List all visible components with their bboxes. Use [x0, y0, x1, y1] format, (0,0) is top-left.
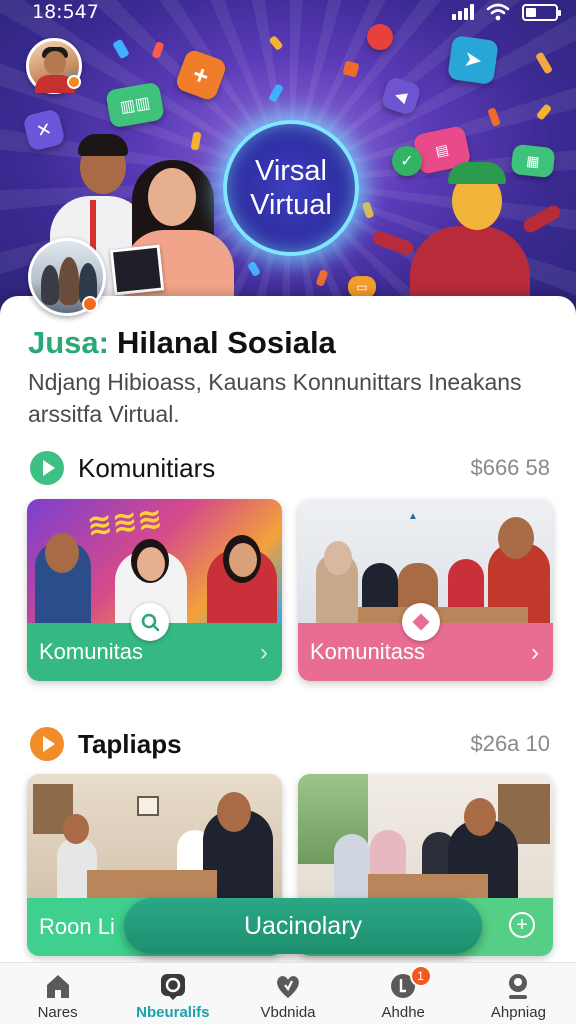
center-line-2: Virtual — [250, 189, 332, 221]
card-label: Roon Li — [39, 914, 115, 939]
nav-item-chat[interactable]: Nbeuralifs — [115, 963, 230, 1024]
chat-icon — [160, 974, 185, 1000]
plus-circle-icon[interactable]: + — [509, 912, 535, 938]
community-card[interactable]: ▲ Komunitass › — [298, 499, 553, 681]
chevron-right-icon: › — [260, 639, 268, 666]
arrow-sticker-icon: ➤ — [447, 35, 499, 85]
heart-icon — [277, 976, 299, 998]
section-count: $666 58 — [470, 455, 550, 480]
page-title: Jusa: Hilanal Sosiala — [28, 325, 336, 361]
home-icon — [46, 975, 69, 998]
play-icon — [30, 451, 64, 485]
chevron-right-icon: › — [531, 639, 539, 666]
title-prefix: Jusa: — [28, 325, 109, 360]
primary-action-button[interactable]: Uacinolary — [124, 898, 482, 954]
nav-label: Ahdhe — [381, 1004, 425, 1021]
profile-icon — [509, 974, 528, 999]
fab-label: Uacinolary — [243, 911, 363, 940]
section-header-komunitiars[interactable]: Komunitiars $666 58 — [30, 451, 550, 487]
title-main: Hilanal Sosiala — [116, 325, 336, 360]
section-title: Tapliaps — [78, 729, 182, 759]
diamond-icon — [402, 603, 440, 641]
card-image-office — [298, 774, 553, 898]
nav-label: Nbeuralifs — [136, 1004, 210, 1021]
nav-item-notifications[interactable]: 1 Ahdhe — [346, 963, 461, 1024]
play-icon — [30, 727, 64, 761]
nav-item-home[interactable]: Nares — [0, 963, 115, 1024]
user-avatar[interactable] — [26, 38, 82, 94]
battery-icon — [522, 3, 561, 21]
virtual-center-badge[interactable]: Virsal Virtual — [223, 120, 359, 256]
center-line-1: Virsal — [255, 155, 327, 187]
community-card[interactable]: ≋≋≋ Komunitas › — [27, 499, 282, 681]
section-title: Komunitiars — [78, 453, 216, 483]
nav-label: Vbdnida — [260, 1004, 316, 1021]
search-icon — [131, 603, 169, 641]
bottom-nav: Nares Nbeuralifs Vbdnida 1 Ahdhe Ahpniag — [0, 962, 576, 1024]
status-bar: 18:547 — [0, 0, 576, 26]
nav-item-profile[interactable]: Ahpniag — [461, 963, 576, 1024]
clip-sticker-icon: ▭ — [348, 276, 376, 298]
online-status-dot — [67, 75, 81, 89]
card-label: Komunitass — [310, 639, 425, 664]
nav-item-favorites[interactable]: Vbdnida — [230, 963, 345, 1024]
orange-ball-icon — [367, 24, 393, 50]
signal-icon — [452, 4, 474, 20]
card-label: Komunitas — [39, 639, 143, 664]
section-header-tapliaps[interactable]: Tapliaps $26a 10 — [30, 727, 550, 763]
nav-label: Nares — [37, 1004, 78, 1021]
notification-dot — [82, 296, 98, 312]
notification-badge: 1 — [409, 965, 432, 987]
card-image-table-meeting — [27, 774, 282, 898]
section-count: $26a 10 — [470, 731, 550, 756]
nav-label: Ahpniag — [490, 1004, 546, 1021]
page-subtitle: Ndjang Hibioass, Kauans Konnunittars Ine… — [28, 369, 522, 427]
photo-thumbnail — [109, 244, 165, 296]
status-time: 18:547 — [32, 1, 99, 23]
wifi-icon — [486, 3, 510, 21]
